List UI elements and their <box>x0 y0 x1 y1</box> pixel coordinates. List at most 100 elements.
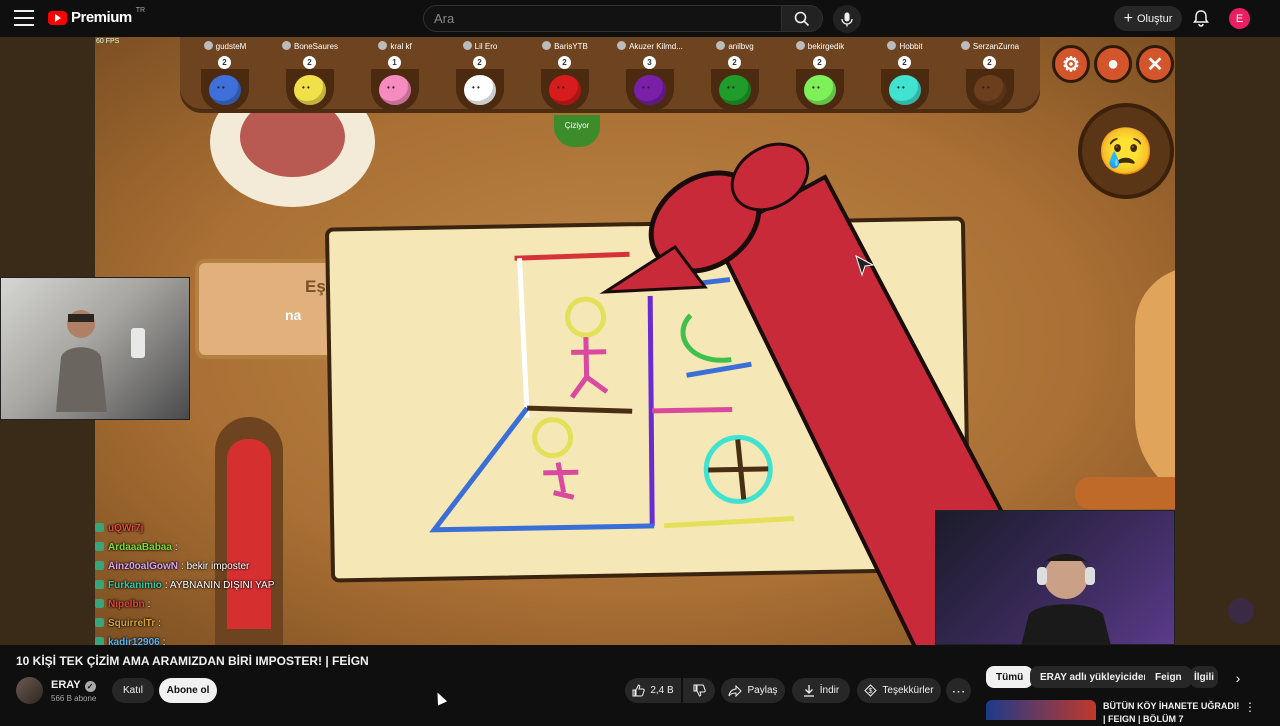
recommended-menu-icon[interactable]: ⋮ <box>1244 700 1256 714</box>
chat-badge-icon <box>95 580 104 589</box>
logo-text: Premium <box>71 9 132 26</box>
notifications-bell-icon[interactable] <box>1192 9 1210 27</box>
webcam-left <box>0 277 190 420</box>
game-player-score: 2 <box>898 56 911 69</box>
game-player-name-text: BarisYTB <box>554 42 588 51</box>
dislike-button[interactable] <box>683 678 715 703</box>
player-blob-icon <box>804 75 836 105</box>
plus-icon: + <box>1123 9 1133 27</box>
download-button[interactable]: İndir <box>792 678 850 703</box>
chat-message: Furkanimio: AYBNANIN DIŞINI YAP <box>95 576 325 595</box>
menu-icon[interactable] <box>14 10 34 26</box>
subscriber-count: 566 B abone <box>51 694 97 703</box>
game-player-name-text: bekirgedik <box>807 42 845 51</box>
video-title: 10 KİŞİ TEK ÇİZİM AMA ARAMIZDAN BİRİ IMP… <box>16 654 369 668</box>
game-player-name-text: SerzanZurna <box>972 42 1020 51</box>
chat-badge-icon <box>95 523 104 532</box>
game-player-slot: BarisYTB 2 <box>525 39 605 113</box>
game-player-score: 2 <box>473 56 486 69</box>
game-player-slot: gudsteM 2 <box>185 39 265 113</box>
webcam-right <box>935 510 1175 645</box>
game-player-name: Akuzer Kilmd... <box>610 41 690 51</box>
create-button[interactable]: + Oluştur <box>1114 6 1182 31</box>
game-player-score: 2 <box>218 56 231 69</box>
game-player-slot: Lil Ero 2 <box>440 39 520 113</box>
game-player-name-text: gudsteM <box>215 42 247 51</box>
pink-body2-stroke <box>543 462 579 500</box>
chat-username: Furkanimio <box>108 580 162 591</box>
subscribe-button[interactable]: Abone ol <box>159 678 217 703</box>
player-avatar-icon <box>462 41 472 50</box>
player-blob-icon <box>634 75 666 105</box>
join-button[interactable]: Katıl <box>112 678 154 703</box>
share-button[interactable]: Paylaş <box>721 678 785 703</box>
microphone-icon <box>841 12 853 26</box>
search-icon <box>794 11 810 26</box>
channel-avatar[interactable] <box>16 677 43 704</box>
mouse-cursor-icon <box>432 690 448 706</box>
game-player-slot: BoneSaures 2 <box>270 39 350 113</box>
recommended-title[interactable]: BÜTÜN KÖY İHANETE UĞRADI! | FEIGN | BÖLÜ… <box>1103 700 1243 726</box>
yellow-head2-stroke <box>532 417 574 459</box>
game-player-name: kral kf <box>355 41 435 51</box>
player-avatar-icon <box>960 41 970 50</box>
recommended-thumbnail[interactable] <box>986 700 1096 720</box>
mouse-pointer-icon <box>855 255 875 277</box>
game-player-slot: SerzanZurna 2 <box>950 39 1030 113</box>
game-player-score: 2 <box>983 56 996 69</box>
thanks-button[interactable]: $ Teşekkürler <box>857 678 941 703</box>
chip-related[interactable]: İlgili <box>1190 666 1218 688</box>
chat-text: : AYBNANIN DIŞINI YAP <box>164 580 275 591</box>
chat-message: kadir12906: <box>95 633 325 645</box>
like-button[interactable]: 2,4 B <box>625 678 681 703</box>
chat-badge-icon <box>95 599 104 608</box>
chat-message: ArdaaaBabaa: <box>95 538 325 557</box>
subscribe-label: Abone ol <box>166 685 210 696</box>
streamer-figure <box>56 310 107 412</box>
game-player-name: Hobbit <box>865 41 945 51</box>
like-count: 2,4 B <box>650 685 674 696</box>
youtube-logo[interactable]: Premium TR <box>48 7 145 26</box>
chat-message: Nipelbn: <box>95 595 325 614</box>
game-player-score: 2 <box>728 56 741 69</box>
stream-chat: uQWr7j ArdaaaBabaa: Ainz0oalGowN: bekir im… <box>95 519 325 645</box>
game-player-score: 2 <box>813 56 826 69</box>
share-arrow-icon <box>728 684 743 697</box>
chip-all[interactable]: Tümü <box>986 666 1034 688</box>
game-player-slot: anilbvg 2 <box>695 39 775 113</box>
fps-counter: 60 FPS <box>96 38 120 45</box>
join-label: Katıl <box>122 685 143 696</box>
chip-feign[interactable]: Feign <box>1145 666 1192 688</box>
player-avatar-icon <box>617 41 627 50</box>
chevron-right-icon[interactable]: › <box>1228 668 1248 688</box>
player-blob-icon <box>464 75 496 105</box>
game-player-slot: kral kf 1 <box>355 39 435 113</box>
video-player[interactable]: gudsteM2BoneSaures2kral kf1Lil Ero2Baris… <box>0 37 1280 645</box>
game-player-name: gudsteM <box>185 41 265 51</box>
account-avatar[interactable]: E <box>1229 8 1250 29</box>
game-player-name: bekirgedik <box>780 41 860 51</box>
download-icon <box>803 685 814 697</box>
more-dots-icon: ⋯ <box>951 682 966 699</box>
game-player-name: BarisYTB <box>525 41 605 51</box>
game-player-slot: bekirgedik 2 <box>780 39 860 113</box>
chat-text: : <box>158 618 162 629</box>
chat-username: uQWr7j <box>108 523 144 534</box>
player-blob-icon <box>294 75 326 105</box>
share-label: Paylaş <box>747 685 778 696</box>
more-actions-button[interactable]: ⋯ <box>946 678 971 703</box>
channel-name: ERAY <box>51 679 81 691</box>
crying-emoji-icon: 😢 <box>1078 103 1174 199</box>
chip-from-uploader[interactable]: ERAY adlı yükleyiciden <box>1030 666 1160 688</box>
search-input[interactable] <box>424 6 781 31</box>
search-button[interactable] <box>781 5 823 32</box>
drawing-tag: Çiziyor <box>554 115 600 147</box>
player-blob-icon <box>209 75 241 105</box>
orange-plank <box>1075 477 1175 509</box>
channel-name-row[interactable]: ERAY ✓ <box>51 679 96 692</box>
game-player-score: 2 <box>303 56 316 69</box>
game-player-name-text: kral kf <box>390 42 412 51</box>
player-avatar-icon <box>281 41 291 50</box>
voice-search-button[interactable] <box>833 5 861 33</box>
svg-text:$: $ <box>869 688 873 695</box>
